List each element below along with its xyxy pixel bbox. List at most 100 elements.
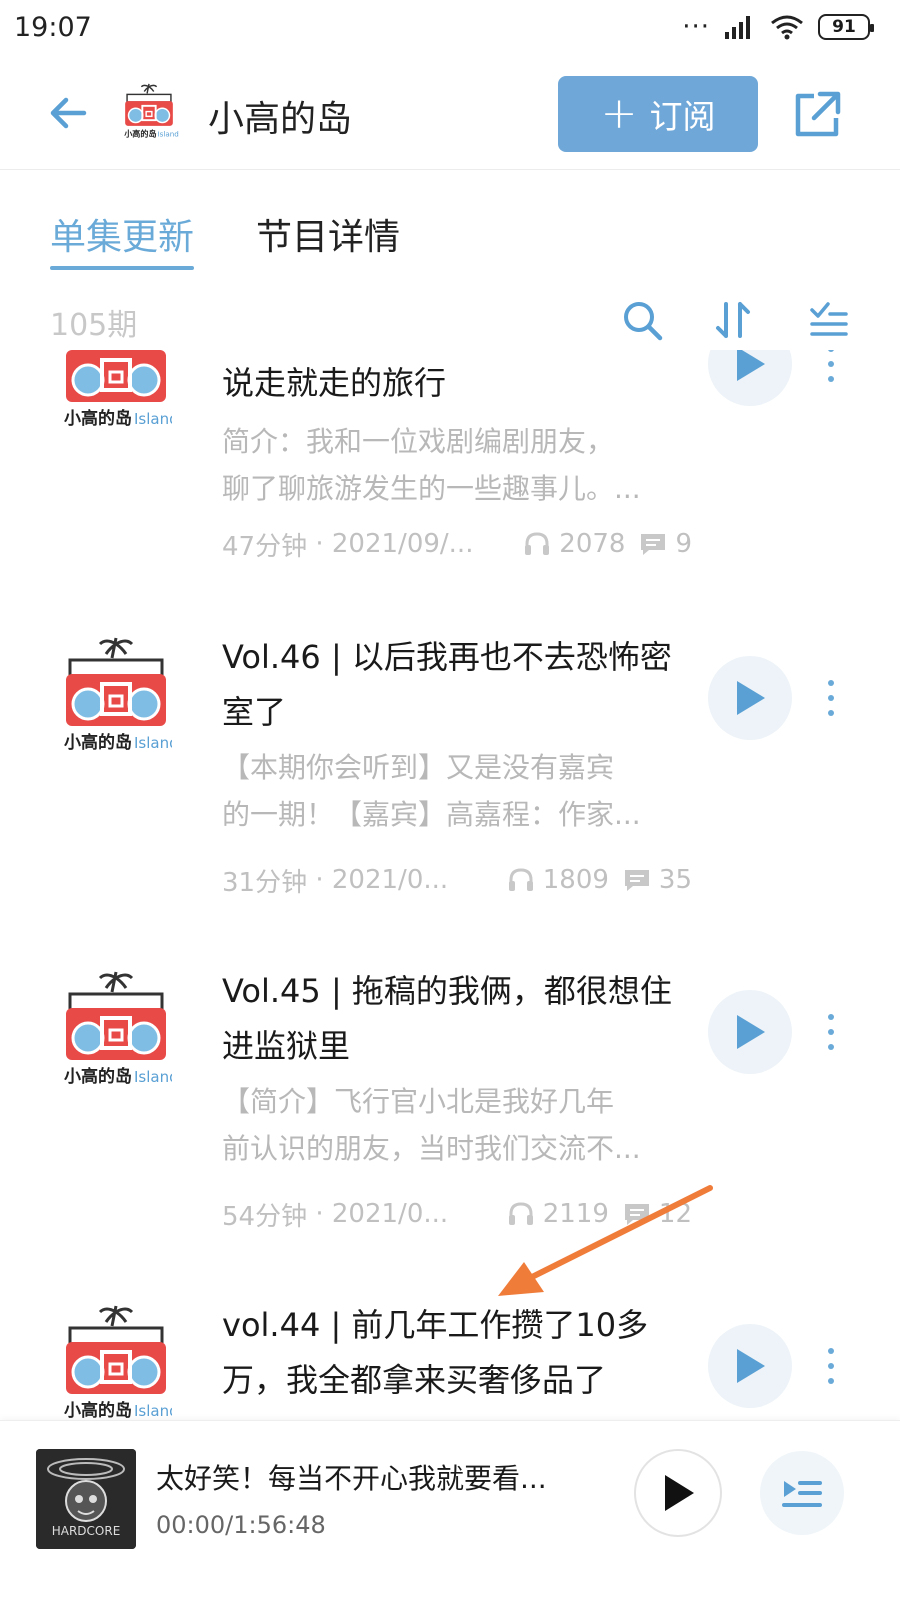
subscribe-button[interactable]: + 订阅 — [558, 76, 758, 152]
episode-duration: 47分钟 — [222, 531, 308, 562]
episode-meta: 31分钟 · 2021/0... 1809 35 — [222, 860, 692, 900]
wifi-icon — [771, 15, 803, 40]
svg-text:Island: Island — [134, 410, 172, 428]
plus-icon: + — [600, 88, 638, 139]
play-icon — [737, 350, 765, 381]
episode-title: Vol.46 | 以后我再也不去恐怖密室了 — [222, 638, 672, 731]
episode-title: vol.44 | 前几年工作攒了10多万，我全都拿来买奢侈品了 — [222, 1306, 649, 1399]
episode-description: 【本期你会听到】又是没有嘉宾 的一期！【嘉宾】高嘉程：作家... — [222, 744, 692, 838]
svg-text:小高的岛: 小高的岛 — [64, 408, 132, 429]
episode-desc-line: 简介：我和一位戏剧编剧朋友， — [222, 425, 615, 458]
comment-icon — [624, 1204, 649, 1225]
episode-title: Vol.45 | 拖稿的我俩，都很想住进监狱里 — [222, 972, 672, 1065]
play-button[interactable] — [708, 350, 792, 406]
play-icon — [665, 1475, 694, 1511]
svg-text:小高的岛: 小高的岛 — [64, 732, 132, 753]
episode-duration: 54分钟 — [222, 1201, 308, 1232]
cell-signal-icon — [725, 16, 750, 39]
episode-cover-icon: 小高的岛 Island — [64, 350, 172, 429]
episode-description: 【简介】飞行官小北是我好几年 前认识的朋友，当时我们交流不... — [222, 1078, 692, 1172]
episode-duration: 31分钟 — [222, 867, 308, 898]
share-icon[interactable] — [792, 88, 844, 140]
episode-desc-line: 【简介】飞行官小北是我好几年 — [222, 1085, 615, 1118]
play-icon — [737, 1349, 765, 1383]
episode-date: · 2021/0... — [307, 1199, 449, 1229]
podcast-logo-icon[interactable]: 小高的岛 Island — [118, 82, 180, 144]
svg-text:小高的岛: 小高的岛 — [123, 128, 156, 138]
episode-date: · 2021/09/... — [307, 529, 474, 559]
svg-text:HARDCORE: HARDCORE — [52, 1524, 121, 1538]
more-vertical-icon[interactable] — [816, 350, 846, 394]
mini-play-button[interactable] — [634, 1449, 722, 1537]
episode-desc-line: 聊了聊旅游发生的一些趣事儿。... — [222, 472, 641, 505]
episode-item[interactable]: 小高的岛 Island 说走就走的旅行 简介：我和一位戏剧编剧朋友， 聊了聊旅游… — [0, 350, 900, 644]
back-arrow-icon[interactable] — [44, 88, 94, 138]
episode-item[interactable]: 小高的岛 Island Vol.46 | 以后我再也不去恐怖密室了 【本期你会听… — [0, 624, 900, 958]
more-vertical-icon[interactable] — [816, 1336, 846, 1396]
episode-comments: 9 — [675, 529, 692, 559]
svg-text:Island: Island — [158, 129, 179, 138]
tab-bar: 单集更新 节目详情 — [50, 200, 400, 270]
episode-description: 简介：我和一位戏剧编剧朋友， 聊了聊旅游发生的一些趣事儿。... — [222, 418, 692, 512]
subscribe-label: 订阅 — [649, 97, 716, 136]
episode-title: 说走就走的旅行 — [222, 364, 447, 402]
svg-text:Island: Island — [134, 1402, 172, 1420]
filter-list-icon[interactable] — [806, 298, 850, 342]
playlist-icon — [782, 1481, 822, 1507]
headphones-icon — [508, 1202, 533, 1225]
episode-desc-line: 前认识的朋友，当时我们交流不... — [222, 1132, 641, 1165]
more-vertical-icon[interactable] — [816, 1002, 846, 1062]
hardcore-cover-icon: HARDCORE — [36, 1449, 136, 1549]
svg-text:Island: Island — [134, 1068, 172, 1086]
headphones-icon — [525, 532, 550, 555]
episode-meta: 47分钟 · 2021/09/... 2078 9 — [222, 524, 692, 564]
tab-details[interactable]: 节目详情 — [256, 200, 400, 270]
episode-desc-line: 【本期你会听到】又是没有嘉宾 — [222, 751, 615, 784]
episode-list[interactable]: 小高的岛 Island 说走就走的旅行 简介：我和一位戏剧编剧朋友， 聊了聊旅游… — [0, 350, 900, 1420]
comment-icon — [641, 534, 666, 555]
episode-cover-icon: 小高的岛 Island — [64, 637, 172, 753]
list-toolbar: 105期 — [0, 290, 900, 350]
svg-text:小高的岛: 小高的岛 — [64, 1066, 132, 1087]
play-icon — [737, 681, 765, 715]
episode-cover-icon: 小高的岛 Island — [64, 971, 172, 1087]
status-bar: 19:07 ··· 91 — [0, 0, 900, 62]
episode-date: · 2021/0... — [307, 865, 449, 895]
play-button[interactable] — [708, 990, 792, 1074]
episode-date-text: 2021/0... — [331, 865, 449, 895]
battery-indicator: 91 — [818, 14, 874, 40]
play-icon — [737, 1015, 765, 1049]
episode-plays: 2119 — [542, 1199, 609, 1229]
episode-date-text: 2021/0... — [331, 1199, 449, 1229]
mini-player[interactable]: HARDCORE 太好笑！每当不开心我就要看... 00:00/1:56:48 — [0, 1420, 900, 1600]
svg-text:Island: Island — [134, 734, 172, 752]
status-icons: ··· 91 — [682, 12, 874, 42]
now-playing-title[interactable]: 太好笑！每当不开心我就要看... — [156, 1457, 596, 1497]
signal-dots-icon: ··· — [682, 12, 710, 42]
now-playing-cover[interactable]: HARDCORE — [36, 1449, 136, 1549]
more-vertical-icon[interactable] — [816, 668, 846, 728]
episode-date-text: 2021/09/... — [331, 529, 474, 559]
episode-plays: 2078 — [559, 529, 626, 559]
play-button[interactable] — [708, 1324, 792, 1408]
episode-meta: 54分钟 · 2021/0... 2119 12 — [222, 1194, 692, 1234]
comment-icon — [624, 870, 649, 891]
episode-plays: 1809 — [542, 865, 609, 895]
sort-icon[interactable] — [712, 298, 756, 342]
search-icon[interactable] — [620, 298, 664, 342]
episode-comments: 35 — [658, 865, 692, 895]
play-button[interactable] — [708, 656, 792, 740]
episode-item[interactable]: 小高的岛 Island Vol.45 | 拖稿的我俩，都很想住进监狱里 【简介】… — [0, 958, 900, 1292]
status-time: 19:07 — [14, 12, 92, 43]
podcast-title: 小高的岛 — [208, 99, 353, 140]
playlist-button[interactable] — [760, 1451, 844, 1535]
battery-level: 91 — [832, 17, 856, 37]
episode-cover-icon: 小高的岛 Island — [64, 1305, 172, 1420]
episode-desc-line: 的一期！【嘉宾】高嘉程：作家... — [222, 798, 641, 831]
episode-comments: 12 — [658, 1199, 692, 1229]
now-playing-time: 00:00/1:56:48 — [156, 1511, 326, 1539]
episode-count: 105期 — [50, 308, 138, 343]
episode-item[interactable]: 小高的岛 Island vol.44 | 前几年工作攒了10多万，我全都拿来买奢… — [0, 1292, 900, 1420]
tab-episodes[interactable]: 单集更新 — [50, 200, 195, 270]
headphones-icon — [508, 868, 533, 891]
